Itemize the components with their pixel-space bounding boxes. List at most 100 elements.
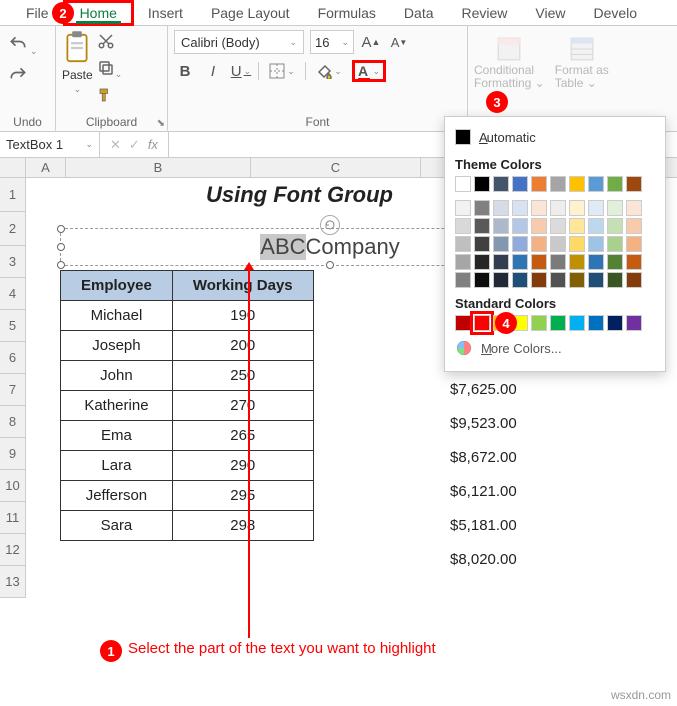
- cell-employee[interactable]: Jefferson: [61, 481, 173, 511]
- copy-button[interactable]: ⌄: [97, 59, 123, 80]
- color-swatch[interactable]: [569, 218, 585, 234]
- cell-amount[interactable]: $9,523.00: [430, 406, 517, 441]
- color-swatch[interactable]: [626, 254, 642, 270]
- color-swatch[interactable]: [474, 200, 490, 216]
- color-swatch[interactable]: [588, 272, 604, 288]
- cell-days[interactable]: 200: [172, 331, 313, 361]
- color-swatch[interactable]: [569, 200, 585, 216]
- color-swatch[interactable]: [512, 272, 528, 288]
- color-swatch[interactable]: [455, 254, 471, 270]
- cancel-formula-icon[interactable]: ✕: [110, 137, 121, 153]
- color-swatch[interactable]: [512, 218, 528, 234]
- color-swatch[interactable]: [474, 236, 490, 252]
- color-swatch[interactable]: [588, 176, 604, 192]
- color-swatch[interactable]: [512, 254, 528, 270]
- color-swatch[interactable]: [493, 236, 509, 252]
- color-swatch[interactable]: [626, 218, 642, 234]
- col-header-a[interactable]: A: [26, 158, 66, 177]
- menu-formulas[interactable]: Formulas: [304, 1, 390, 25]
- decrease-font-button[interactable]: A▼: [388, 31, 410, 53]
- row-header[interactable]: 7: [0, 374, 26, 406]
- cell-amount[interactable]: $8,672.00: [430, 440, 517, 475]
- col-header-c[interactable]: C: [251, 158, 421, 177]
- row-header[interactable]: 6: [0, 342, 26, 374]
- menu-view[interactable]: View: [521, 1, 579, 25]
- menu-developer[interactable]: Develo: [580, 1, 652, 25]
- row-header[interactable]: 2: [0, 212, 26, 246]
- color-swatch[interactable]: [607, 254, 623, 270]
- menu-insert[interactable]: Insert: [134, 1, 197, 25]
- menu-review[interactable]: Review: [448, 1, 522, 25]
- color-swatch[interactable]: [493, 272, 509, 288]
- color-swatch[interactable]: [607, 176, 623, 192]
- color-swatch[interactable]: [455, 315, 471, 331]
- cell-days[interactable]: 295: [172, 481, 313, 511]
- color-swatch[interactable]: [588, 218, 604, 234]
- resize-handle[interactable]: [57, 243, 65, 251]
- font-size-select[interactable]: 16⌄: [310, 30, 354, 54]
- increase-font-button[interactable]: A▲: [360, 31, 382, 53]
- cell-employee[interactable]: Sara: [61, 511, 173, 541]
- color-swatch[interactable]: [550, 176, 566, 192]
- color-swatch[interactable]: [607, 315, 623, 331]
- row-header[interactable]: 1: [0, 178, 26, 212]
- color-swatch[interactable]: [607, 218, 623, 234]
- menu-data[interactable]: Data: [390, 1, 448, 25]
- name-box[interactable]: TextBox 1⌄: [0, 132, 100, 157]
- color-swatch[interactable]: [626, 236, 642, 252]
- row-header[interactable]: 12: [0, 534, 26, 566]
- color-swatch[interactable]: [493, 200, 509, 216]
- color-swatch[interactable]: [550, 218, 566, 234]
- conditional-formatting-button[interactable]: ConditionalFormatting ⌄: [474, 34, 545, 90]
- color-swatch[interactable]: [474, 176, 490, 192]
- color-swatch[interactable]: [531, 218, 547, 234]
- color-swatch[interactable]: [550, 254, 566, 270]
- color-swatch[interactable]: [588, 200, 604, 216]
- bold-button[interactable]: B: [174, 60, 196, 82]
- col-header-b[interactable]: B: [66, 158, 251, 177]
- color-swatch[interactable]: [588, 236, 604, 252]
- color-swatch[interactable]: [512, 236, 528, 252]
- row-header[interactable]: 10: [0, 470, 26, 502]
- font-name-select[interactable]: Calibri (Body)⌄: [174, 30, 304, 54]
- clipboard-launcher[interactable]: ⬊: [157, 118, 165, 129]
- color-swatch[interactable]: [550, 236, 566, 252]
- row-header[interactable]: 11: [0, 502, 26, 534]
- color-swatch[interactable]: [569, 272, 585, 288]
- color-swatch[interactable]: [569, 176, 585, 192]
- color-swatch[interactable]: [569, 236, 585, 252]
- row-header[interactable]: 4: [0, 278, 26, 310]
- automatic-color-option[interactable]: Automatic: [455, 125, 655, 149]
- color-swatch[interactable]: [455, 176, 471, 192]
- cell-employee[interactable]: Joseph: [61, 331, 173, 361]
- color-swatch[interactable]: [531, 254, 547, 270]
- color-swatch[interactable]: [626, 176, 642, 192]
- row-header[interactable]: 3: [0, 246, 26, 278]
- cell-days[interactable]: 298: [172, 511, 313, 541]
- color-swatch[interactable]: [493, 218, 509, 234]
- color-swatch[interactable]: [531, 315, 547, 331]
- font-color-button[interactable]: A⌄: [352, 60, 386, 82]
- color-swatch[interactable]: [531, 176, 547, 192]
- cell-employee[interactable]: Katherine: [61, 391, 173, 421]
- color-swatch[interactable]: [474, 315, 490, 331]
- cell-amount[interactable]: $6,121.00: [430, 474, 517, 509]
- color-swatch[interactable]: [607, 236, 623, 252]
- color-swatch[interactable]: [493, 254, 509, 270]
- select-all-corner[interactable]: [0, 158, 26, 177]
- color-swatch[interactable]: [474, 254, 490, 270]
- color-swatch[interactable]: [626, 272, 642, 288]
- undo-button[interactable]: ⌄: [6, 34, 38, 57]
- menu-page-layout[interactable]: Page Layout: [197, 1, 304, 25]
- cell-employee[interactable]: John: [61, 361, 173, 391]
- cell-amount[interactable]: $7,625.00: [430, 372, 517, 407]
- color-swatch[interactable]: [455, 236, 471, 252]
- color-swatch[interactable]: [455, 200, 471, 216]
- cell-employee[interactable]: Michael: [61, 301, 173, 331]
- color-swatch[interactable]: [588, 315, 604, 331]
- underline-button[interactable]: U⌄: [230, 60, 252, 82]
- fill-color-button[interactable]: ⌄: [312, 60, 346, 82]
- accept-formula-icon[interactable]: ✓: [129, 137, 140, 153]
- cell-days[interactable]: 190: [172, 301, 313, 331]
- row-header[interactable]: 9: [0, 438, 26, 470]
